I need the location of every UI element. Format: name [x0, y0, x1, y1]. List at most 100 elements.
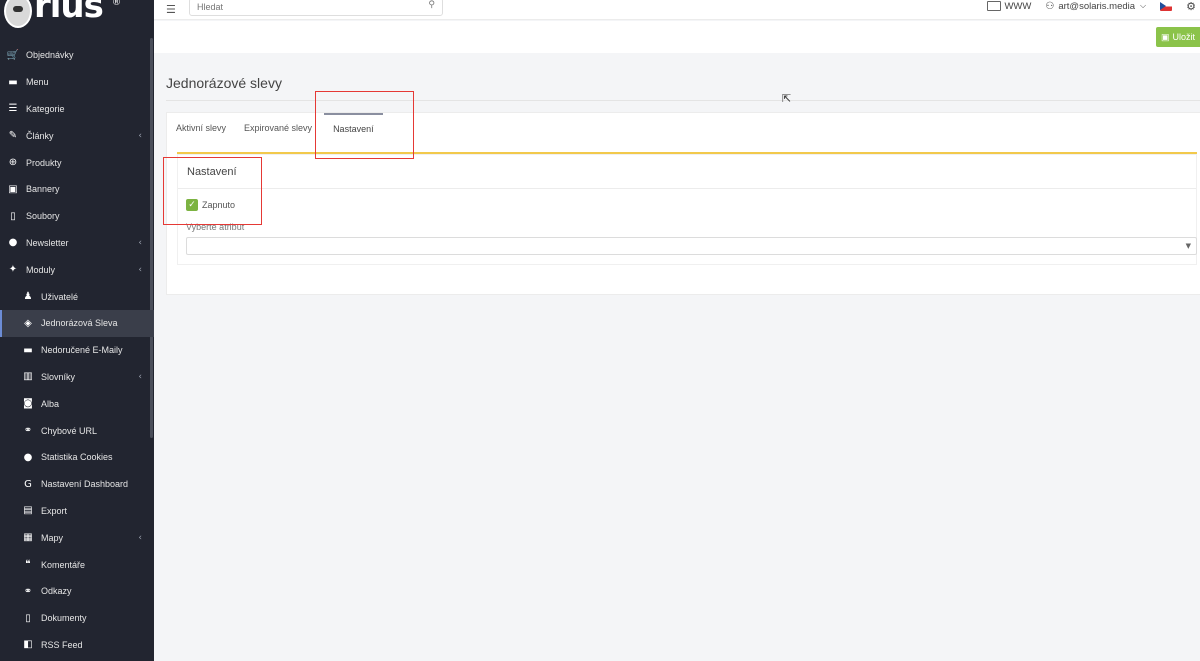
user-email: art@solaris.media	[1058, 0, 1136, 12]
enabled-label[interactable]: Zapnuto	[202, 200, 235, 210]
sidebar-item-rss-feed[interactable]: ◧ RSS Feed	[0, 632, 154, 659]
sidebar-item-label: Bannery	[26, 184, 60, 195]
save-button[interactable]: ▣ Uložit	[1156, 27, 1200, 47]
czech-flag-icon[interactable]	[1160, 1, 1173, 11]
sidebar: rius ® 🛒 Objednávky ▬ Menu ☰ Kategorie ✎ Články…	[0, 0, 154, 661]
globe-icon: ⊕	[8, 157, 18, 169]
sidebar-item-label: Produkty	[26, 157, 62, 168]
sidebar-item-label: Jednorázová Sleva	[41, 318, 118, 329]
sidebar-item-statistika-cookies[interactable]: ● Statistika Cookies	[0, 444, 154, 471]
tab-aktivn-slevy[interactable]: Aktivní slevy	[167, 113, 235, 143]
chevron-left-icon: ‹	[138, 237, 142, 248]
tab-bar: Aktivní slevy Expirované slevy Nastavení	[167, 113, 383, 143]
sidebar-item-label: Export	[41, 505, 68, 516]
sidebar-item-label: Chybové URL	[41, 425, 98, 436]
tag-icon: ◈	[24, 317, 32, 329]
sidebar-item--l-nky[interactable]: ✎ Články ‹	[0, 122, 154, 149]
google-icon: G	[24, 478, 32, 490]
modules-icon: ✦	[8, 264, 18, 276]
sidebar-item-label: Moduly	[26, 264, 56, 275]
sidebar-item-label: Kategorie	[26, 103, 65, 114]
sidebar-item-dokumenty[interactable]: ▯ Dokumenty	[0, 605, 154, 632]
sidebar-item-label: Objednávky	[26, 50, 74, 61]
sidebar-item-label: Dokumenty	[41, 613, 87, 624]
dropdown-caret-icon: ▼	[1185, 242, 1191, 250]
sidebar-item-label: Komentáře	[41, 559, 86, 570]
sidebar-item-kategorie[interactable]: ☰ Kategorie	[0, 96, 154, 123]
sidebar-item-objedn-vky[interactable]: 🛒 Objednávky	[0, 42, 154, 69]
settings-panel: Nastavení ✓ Zapnuto Vyberte atribut ▼	[177, 154, 1197, 265]
newsletter-icon: ●	[8, 237, 18, 249]
sidebar-item-chybov-url[interactable]: ⚭ Chybové URL	[0, 417, 154, 444]
mouse-cursor-icon: ⇱	[782, 92, 792, 105]
panel-divider	[178, 188, 1196, 189]
sidebar-item-newsletter[interactable]: ● Newsletter ‹	[0, 230, 154, 257]
attribute-label: Vyberte atribut	[186, 222, 245, 232]
cookie-icon: ●	[23, 451, 33, 463]
search-input[interactable]	[190, 0, 410, 15]
registered-mark: ®	[112, 0, 121, 8]
sidebar-item-label: Soubory	[26, 211, 60, 222]
tab-expirovan-slevy[interactable]: Expirované slevy	[235, 113, 321, 143]
sidebar-item-moduly[interactable]: ✦ Moduly ‹	[0, 256, 154, 283]
mascot-logo-icon	[4, 0, 32, 28]
search-box: ⚲	[189, 0, 443, 16]
sidebar-item-label: RSS Feed	[41, 639, 83, 650]
sidebar-item-menu[interactable]: ▬ Menu	[0, 69, 154, 96]
sidebar-item-koment-e[interactable]: ❝ Komentáře	[0, 551, 154, 578]
sidebar-item-label: Mapy	[41, 532, 64, 543]
sidebar-item-export[interactable]: ▤ Export	[0, 498, 154, 525]
chevron-left-icon: ‹	[138, 264, 142, 275]
chevron-left-icon: ‹	[138, 532, 142, 543]
attribute-select[interactable]: ▼	[186, 237, 1197, 255]
sidebar-item-nastaven-dashboard[interactable]: G Nastavení Dashboard	[0, 471, 154, 498]
sidebar-item-bannery[interactable]: ▣ Bannery	[0, 176, 154, 203]
link-icon: ⚭	[23, 585, 33, 597]
sidebar-item-label: Statistika Cookies	[41, 452, 113, 463]
sidebar-item-label: Články	[26, 130, 54, 141]
sidebar-item-label: Uživatelé	[41, 291, 79, 302]
chevron-left-icon: ‹	[138, 130, 142, 141]
rss-icon: ◧	[23, 639, 33, 651]
logo[interactable]: rius ®	[0, 0, 154, 38]
sidebar-item-label: Newsletter	[26, 237, 69, 248]
sidebar-item-label: Nedoručené E-Maily	[41, 345, 123, 356]
tab-nastaven-[interactable]: Nastavení	[324, 113, 383, 143]
sidebar-item-u-ivatel-[interactable]: ♟ Uživatelé	[0, 283, 154, 310]
action-toolbar: ▣ Uložit	[154, 21, 1200, 53]
sidebar-item-alba[interactable]: ◙ Alba	[0, 390, 154, 417]
page-title: Jednorázové slevy	[166, 75, 282, 91]
document-icon: ▯	[25, 612, 31, 624]
file-icon: ▯	[10, 210, 16, 222]
sidebar-item-label: Odkazy	[41, 586, 72, 597]
camera-icon: ◙	[23, 398, 33, 410]
pen-icon: ✎	[8, 130, 18, 142]
list-icon: ☰	[8, 103, 18, 115]
sidebar-item-label: Alba	[41, 398, 60, 409]
monitor-icon	[987, 1, 1002, 11]
sidebar-item-produkty[interactable]: ⊕ Produkty	[0, 149, 154, 176]
image-icon: ▣	[8, 183, 18, 195]
sidebar-item-soubory[interactable]: ▯ Soubory	[0, 203, 154, 230]
comments-icon: ❝	[25, 559, 31, 571]
link-icon: ⚭	[23, 425, 33, 437]
sidebar-item-label: Menu	[26, 77, 49, 88]
sidebar-item-nedoru-en-e-maily[interactable]: ▬ Nedoručené E-Maily	[0, 337, 154, 364]
www-link[interactable]: WWW	[987, 1, 1031, 12]
panel-title: Nastavení	[187, 166, 237, 178]
enabled-checkbox[interactable]: ✓	[186, 199, 198, 211]
sidebar-item-jednor-zov-sleva[interactable]: ◈ Jednorázová Sleva	[0, 309, 154, 337]
sidebar-item-mapy[interactable]: ▦ Mapy ‹	[0, 524, 154, 551]
user-menu[interactable]: ⚇ art@solaris.media ⌵	[1045, 1, 1146, 12]
checkmark-icon: ✓	[188, 200, 196, 210]
search-icon[interactable]: ⚲	[428, 0, 435, 10]
hamburger-menu-icon[interactable]: ☰	[166, 3, 176, 16]
sidebar-item-slovn-ky[interactable]: ▥ Slovníky ‹	[0, 364, 154, 391]
content-card: Aktivní slevy Expirované slevy Nastavení N…	[166, 112, 1200, 295]
cart-icon: 🛒	[6, 49, 20, 61]
floppy-disk-icon: ▣	[1160, 31, 1170, 42]
title-divider	[166, 100, 1200, 101]
sidebar-item-odkazy[interactable]: ⚭ Odkazy	[0, 578, 154, 605]
settings-gear-icon[interactable]: ⚙	[1186, 0, 1196, 13]
sidebar-item-label: Slovníky	[41, 371, 76, 382]
